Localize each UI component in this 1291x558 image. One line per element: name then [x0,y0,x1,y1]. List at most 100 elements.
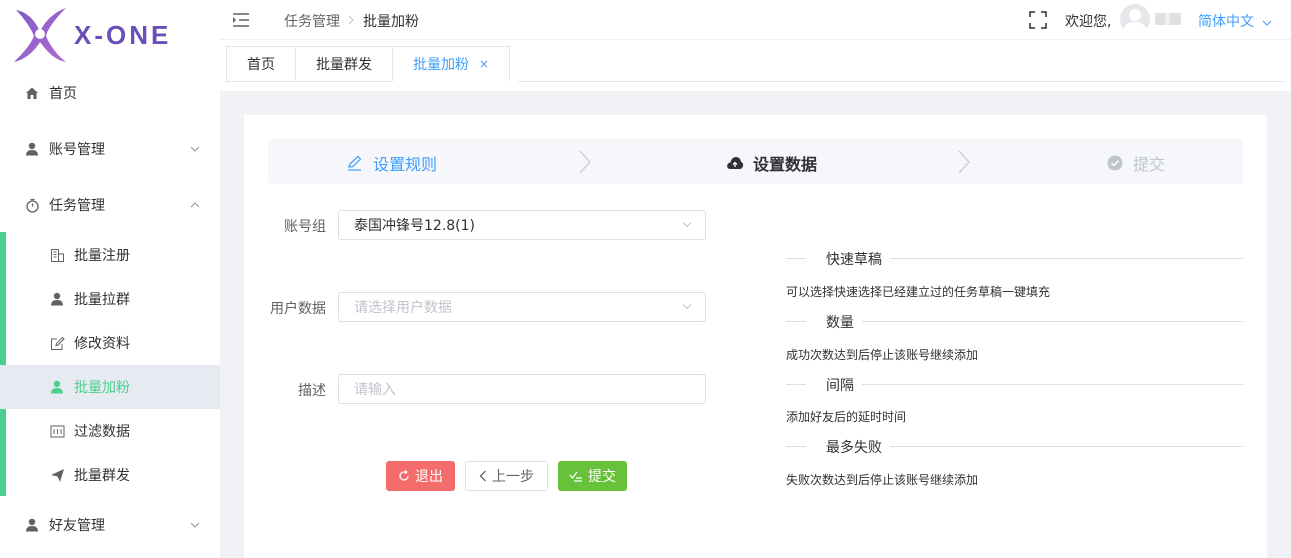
exit-button[interactable]: 退出 [386,461,455,491]
sidebar-item-label: 首页 [49,86,77,102]
help-title: 快速草稿 [826,252,882,268]
description-placeholder: 请输入 [354,382,396,398]
logo: X-ONE [10,4,210,66]
user-data-placeholder: 请选择用户数据 [354,300,452,316]
help-divider-max-fail: 最多失败 [786,437,1243,457]
fullscreen-icon[interactable] [1028,10,1048,30]
send-icon [49,467,65,483]
exit-button-label: 退出 [415,469,443,485]
sidebar-item-batch-group-pull[interactable]: 批量拉群 [0,277,220,321]
sidebar-item-task-management[interactable]: 任务管理 [0,183,220,227]
sidebar-item-filter-data[interactable]: 过滤数据 [0,409,220,453]
step-submit: 提交 [1106,151,1165,175]
sidebar-item-label: 批量拉群 [74,292,130,308]
edit-icon [346,154,364,172]
sidebar-item-label: 批量注册 [74,248,130,264]
step-set-data: 设置数据 [726,151,817,175]
submit-button-label: 提交 [588,469,616,485]
sidebar-item-label: 过滤数据 [74,424,130,440]
description-input[interactable]: 请输入 [338,374,706,404]
menu-toggle-icon[interactable] [232,12,250,28]
welcome-text: 欢迎您, [1065,14,1112,30]
edit-icon [49,335,65,351]
prev-step-button[interactable]: 上一步 [465,461,548,491]
username-redacted [1155,13,1181,25]
sidebar-item-batch-add-fans[interactable]: 批量加粉 [0,365,220,409]
step-label: 设置数据 [753,155,818,174]
check-list-icon [569,470,583,482]
refresh-icon [398,470,410,482]
help-title: 数量 [826,315,854,331]
sidebar: X-ONE 首页 账号管理 任务管理 批量注册 批量拉群 修改资料 批量加粉 过… [0,0,220,558]
sidebar-item-batch-broadcast[interactable]: 批量群发 [0,453,220,497]
sidebar-item-home[interactable]: 首页 [0,71,220,115]
breadcrumb: 任务管理 批量加粉 [284,11,419,31]
sidebar-item-label: 批量加粉 [74,380,130,396]
tab-batch-add-fans[interactable]: 批量加粉 × [392,46,511,82]
sidebar-item-label: 任务管理 [49,198,105,214]
top-header: 任务管理 批量加粉 欢迎您, 简体中文 [220,0,1291,40]
account-group-value: 泰国冲锋号12.8(1) [354,218,476,234]
divider-line [890,446,1243,447]
breadcrumb-item[interactable]: 任务管理 [284,11,340,31]
tab-bar-underline [518,81,1285,82]
help-divider-interval: 间隔 [786,375,1243,395]
user-icon [24,141,40,157]
user-data-label: 用户数据 [270,301,326,317]
help-divider-count: 数量 [786,312,1243,332]
step-separator-icon [579,150,591,174]
user-icon [24,517,40,533]
step-set-rules: 设置规则 [346,151,437,175]
breadcrumb-current: 批量加粉 [363,14,419,30]
sidebar-item-label: 账号管理 [49,142,105,158]
account-group-label: 账号组 [284,219,326,235]
divider-line [862,384,1243,385]
tab-home[interactable]: 首页 [226,46,295,82]
tab-label: 批量群发 [316,57,372,73]
user-data-select[interactable]: 请选择用户数据 [338,292,706,322]
chevron-down-icon [190,144,200,155]
tab-bar: 首页 批量群发 批量加粉 × [226,46,511,82]
chevron-up-icon [190,200,200,211]
check-circle-icon [1106,154,1124,172]
sidebar-item-friend-management[interactable]: 好友管理 [0,503,220,547]
chevron-left-icon [479,470,487,482]
home-icon [24,85,40,101]
svg-text:X-ONE: X-ONE [74,20,171,50]
divider-line [862,321,1243,322]
sidebar-item-label: 批量群发 [74,468,130,484]
help-text: 添加好友后的延时时间 [786,410,907,424]
sidebar-item-label: 好友管理 [49,518,105,534]
filter-data-icon [49,423,65,439]
account-group-select[interactable]: 泰国冲锋号12.8(1) [338,210,706,240]
language-select[interactable]: 简体中文 [1198,11,1272,31]
help-text: 可以选择快速选择已经建立过的任务草稿一键填充 [786,285,1051,299]
step-label: 设置规则 [373,155,438,174]
help-title: 间隔 [826,378,854,394]
avatar[interactable] [1120,4,1150,34]
help-text: 失败次数达到后停止该账号继续添加 [786,473,979,487]
step-label: 提交 [1133,155,1166,174]
chevron-down-icon [190,520,200,531]
help-divider-draft: 快速草稿 [786,249,1243,269]
chevron-down-icon [682,222,692,228]
chevron-down-icon [1262,14,1272,30]
sidebar-item-label: 修改资料 [74,336,130,352]
sidebar-item-batch-register[interactable]: 批量注册 [0,233,220,277]
language-label: 简体中文 [1198,14,1254,30]
help-title: 最多失败 [826,440,882,456]
sidebar-item-account-management[interactable]: 账号管理 [0,127,220,171]
submit-button[interactable]: 提交 [558,461,627,491]
help-text: 成功次数达到后停止该账号继续添加 [786,348,979,362]
cloud-upload-icon [726,154,744,172]
close-icon[interactable]: × [479,57,489,71]
divider-line [786,384,806,385]
tab-label: 批量加粉 [413,57,469,73]
divider-line [786,446,806,447]
prev-step-button-label: 上一步 [492,469,534,485]
tab-batch-broadcast[interactable]: 批量群发 [295,46,392,82]
step-separator-icon [958,150,970,174]
divider-line [786,258,806,259]
sidebar-item-edit-profile[interactable]: 修改资料 [0,321,220,365]
breadcrumb-separator-icon [348,13,355,29]
